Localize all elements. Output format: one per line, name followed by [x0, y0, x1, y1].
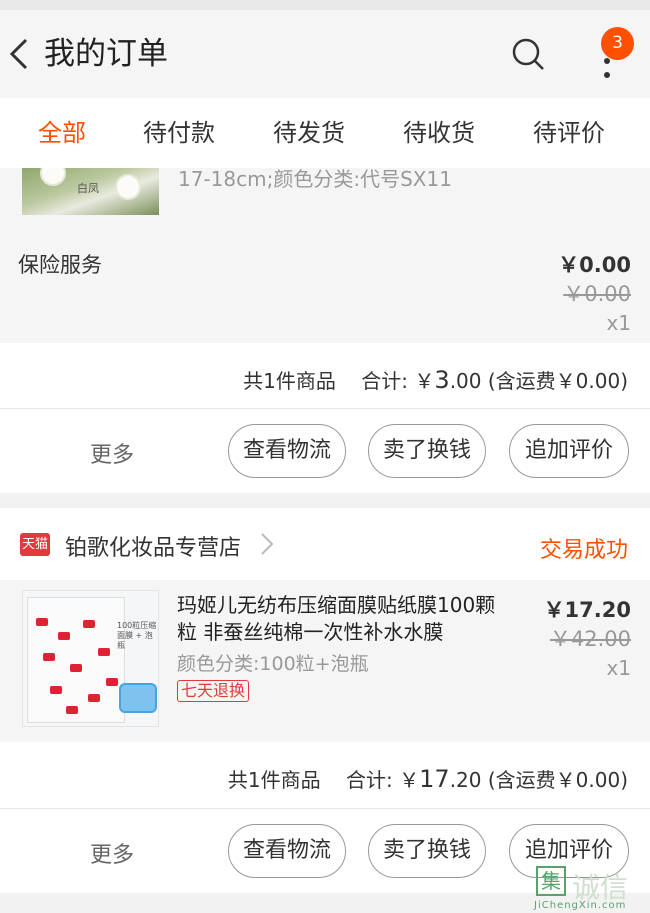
order-summary-text: 共1件商品 合计: ￥3.00 (含运费￥0.00) — [243, 365, 628, 394]
item-count: 共1件商品 — [243, 369, 336, 393]
chevron-right-icon — [261, 533, 274, 555]
view-logistics-button[interactable]: 查看物流 — [228, 824, 346, 878]
tmall-icon: 天猫 — [20, 533, 50, 556]
mask-dot — [50, 686, 62, 694]
back-arrow-icon[interactable] — [8, 36, 32, 72]
flower-shape — [117, 176, 139, 198]
status-bar — [0, 0, 650, 10]
shop-name[interactable]: 铂歌化妆品专营店 — [65, 530, 241, 562]
mask-dot — [58, 632, 70, 640]
tab-pending-payment[interactable]: 待付款 — [143, 118, 215, 148]
tab-all[interactable]: 全部 — [38, 118, 86, 148]
insurance-price: ￥0.00 — [558, 253, 631, 277]
thumbnail-caption: 100粒压缩面膜 + 泡瓶 — [117, 621, 157, 650]
total-amount-decimal: .20 — [449, 768, 482, 792]
total-amount-integer: 3 — [434, 366, 450, 394]
mask-dot — [83, 620, 95, 628]
order-actions: 更多 查看物流 卖了换钱 追加评价 — [0, 409, 650, 493]
thumbnail-caption: 白凤 — [77, 182, 99, 195]
seven-day-return-badge: 七天退换 — [177, 680, 250, 702]
order-summary: 共1件商品 合计: ￥3.00 (含运费￥0.00) — [0, 343, 650, 408]
notification-badge: 3 — [601, 27, 634, 60]
order-summary: 共1件商品 合计: ￥17.20 (含运费￥0.00) — [0, 742, 650, 808]
total-amount-decimal: .00 — [449, 369, 482, 393]
flower-shape — [42, 168, 64, 184]
watermark-url: JiChengXin.com — [534, 900, 627, 911]
top-nav-bar: 我的订单 3 — [0, 10, 650, 98]
site-watermark: 集 诚信 JiChengXin.com — [532, 860, 650, 913]
search-icon[interactable] — [510, 36, 546, 72]
mask-dot — [36, 618, 48, 626]
add-review-button[interactable]: 追加评价 — [509, 424, 629, 478]
total-label: 合计: ￥ — [361, 369, 435, 393]
total-amount-integer: 17 — [419, 765, 450, 793]
product-spec: 17-18cm;颜色分类:代号SX11 — [178, 167, 452, 191]
insurance-service-row: 保险服务 ￥0.00 ￥0.00 x1 — [0, 235, 650, 343]
tab-pending-review[interactable]: 待评价 — [533, 118, 605, 148]
watermark-logo: 集 — [536, 866, 566, 896]
more-button[interactable]: 更多 — [90, 837, 134, 869]
order-tabs: 全部 待付款 待发货 待收货 待评价 — [0, 98, 650, 168]
item-count: 共1件商品 — [227, 768, 321, 792]
mask-dot — [66, 706, 78, 714]
product-title[interactable]: 玛姬儿无纺布压缩面膜贴纸膜100颗粒 非蚕丝纯棉一次性补水水膜 — [177, 592, 507, 646]
jar-graphic — [119, 683, 157, 713]
insurance-quantity: x1 — [606, 311, 631, 335]
product-spec: 颜色分类:100粒+泡瓶 — [177, 653, 369, 675]
tab-pending-receipt[interactable]: 待收货 — [403, 118, 475, 148]
resell-button[interactable]: 卖了换钱 — [368, 424, 486, 478]
product-thumbnail[interactable]: 100粒压缩面膜 + 泡瓶 — [22, 590, 159, 727]
product-price: ￥17.20 — [543, 598, 631, 622]
product-original-price: ￥42.00 — [549, 627, 631, 651]
page-title: 我的订单 — [44, 36, 168, 72]
order-product-row[interactable]: 100粒压缩面膜 + 泡瓶 玛姬儿无纺布压缩面膜贴纸膜100颗粒 非蚕丝纯棉一次… — [0, 580, 650, 742]
order-summary-text: 共1件商品 合计: ￥17.20 (含运费￥0.00) — [228, 764, 628, 793]
mask-dot — [106, 678, 118, 686]
total-label: 合计: ￥ — [346, 768, 420, 792]
order-status: 交易成功 — [539, 538, 628, 563]
shop-header[interactable]: 天猫 铂歌化妆品专营店 交易成功 — [0, 508, 650, 580]
mask-pack-graphic — [27, 597, 125, 723]
shipping-note: (含运费￥0.00) — [487, 369, 628, 393]
view-logistics-button[interactable]: 查看物流 — [228, 424, 346, 478]
more-button[interactable]: 更多 — [90, 437, 134, 469]
shipping-note: (含运费￥0.00) — [487, 768, 628, 792]
resell-button[interactable]: 卖了换钱 — [368, 824, 486, 878]
product-thumbnail[interactable]: 白凤 — [22, 168, 159, 215]
mask-dot — [43, 653, 55, 661]
mask-dot — [70, 664, 82, 672]
mask-dot — [98, 648, 110, 656]
insurance-label: 保险服务 — [18, 253, 102, 277]
insurance-original-price: ￥0.00 — [563, 282, 631, 306]
product-quantity: x1 — [606, 656, 631, 680]
mask-dot — [88, 694, 100, 702]
tab-pending-shipment[interactable]: 待发货 — [273, 118, 345, 148]
